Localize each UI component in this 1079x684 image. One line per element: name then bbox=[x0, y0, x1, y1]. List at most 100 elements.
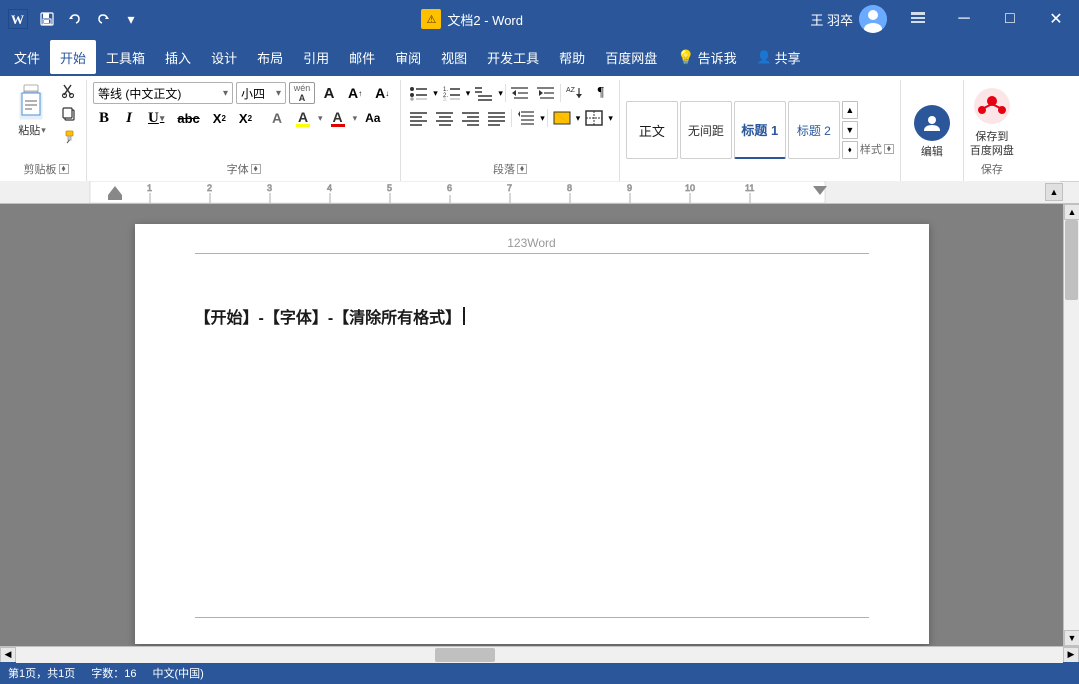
menu-home[interactable]: 开始 bbox=[50, 40, 96, 74]
document-main-text[interactable]: 【开始】-【字体】-【清除所有格式】 bbox=[195, 304, 869, 328]
multilevel-list-btn[interactable] bbox=[472, 82, 496, 104]
font-color-dropdown-icon[interactable]: ▾ bbox=[353, 113, 358, 124]
font-expand-icon[interactable]: ⬧ bbox=[251, 164, 261, 174]
format-painter-button[interactable] bbox=[56, 126, 82, 148]
multilevel-dropdown-icon[interactable]: ▾ bbox=[498, 88, 503, 99]
ruler-toggle-btn[interactable]: ▲ bbox=[1045, 183, 1063, 201]
document-page: 123Word 【开始】-【字体】-【清除所有格式】 bbox=[135, 224, 929, 644]
edit-label: 编辑 bbox=[921, 143, 943, 159]
underline-dropdown-icon[interactable]: ▾ bbox=[160, 113, 165, 124]
strikethrough-button[interactable]: abc bbox=[172, 107, 204, 129]
unordered-list-dropdown-icon[interactable]: ▾ bbox=[433, 88, 438, 99]
shading-btn[interactable] bbox=[550, 107, 574, 129]
case-button[interactable]: Aa bbox=[360, 107, 385, 129]
font-wen-btn[interactable]: wén A bbox=[289, 82, 315, 104]
style-heading1[interactable]: 标题 1 bbox=[734, 101, 786, 159]
undo-quick-btn[interactable] bbox=[64, 8, 86, 30]
paste-dropdown-icon[interactable]: ▾ bbox=[41, 125, 46, 136]
style-heading2[interactable]: 标题 2 bbox=[788, 101, 840, 159]
hscroll-right-btn[interactable]: ▶ bbox=[1063, 647, 1079, 663]
page-content: 【开始】-【字体】-【清除所有格式】 bbox=[195, 304, 869, 328]
menu-view[interactable]: 视图 bbox=[431, 40, 477, 74]
document-scroll[interactable]: 123Word 【开始】-【字体】-【清除所有格式】 bbox=[0, 204, 1063, 646]
close-btn[interactable]: ✕ bbox=[1033, 0, 1079, 38]
menu-baidu[interactable]: 百度网盘 bbox=[595, 40, 667, 74]
scroll-up-btn[interactable]: ▲ bbox=[1064, 204, 1079, 220]
menu-review[interactable]: 审阅 bbox=[385, 40, 431, 74]
font-size-selector[interactable]: 小四 ▾ bbox=[236, 82, 286, 104]
text-effect-button[interactable]: A bbox=[266, 107, 288, 129]
menu-file[interactable]: 文件 bbox=[4, 40, 50, 74]
copy-button[interactable] bbox=[56, 103, 82, 125]
line-spacing-btn[interactable] bbox=[514, 107, 538, 129]
highlight-color-bar bbox=[296, 124, 310, 127]
word-app-icon: W bbox=[8, 9, 28, 29]
edit-button[interactable]: 编辑 bbox=[907, 101, 957, 163]
title-bar-left: W bbox=[8, 8, 142, 30]
style-no-spacing[interactable]: 无间距 bbox=[680, 101, 732, 159]
style-expand-icon[interactable]: ⬧ bbox=[884, 144, 894, 154]
grow-font-btn[interactable]: A↑ bbox=[343, 82, 367, 104]
justify-btn[interactable] bbox=[485, 107, 509, 129]
menu-layout[interactable]: 布局 bbox=[247, 40, 293, 74]
font-color-button[interactable]: A bbox=[326, 107, 350, 129]
minimize-btn[interactable]: ─ bbox=[941, 0, 987, 38]
style-normal[interactable]: 正文 bbox=[626, 101, 678, 159]
menu-references[interactable]: 引用 bbox=[293, 40, 339, 74]
align-left-btn[interactable] bbox=[407, 107, 431, 129]
highlight-button[interactable]: A bbox=[291, 107, 315, 129]
subscript-button[interactable]: X2 bbox=[208, 107, 231, 129]
title-bar-right: 王 羽卒 ─ □ ✕ bbox=[802, 0, 1079, 38]
align-center-btn[interactable] bbox=[433, 107, 457, 129]
hscroll-thumb[interactable] bbox=[435, 648, 495, 662]
borders-btn[interactable] bbox=[582, 107, 606, 129]
clipboard-expand-icon[interactable]: ⬧ bbox=[59, 164, 69, 174]
maximize-btn[interactable]: □ bbox=[987, 0, 1033, 38]
underline-button[interactable]: U ▾ bbox=[143, 107, 169, 129]
ordered-list-dropdown-icon[interactable]: ▾ bbox=[466, 88, 471, 99]
scroll-thumb[interactable] bbox=[1065, 220, 1078, 300]
bold-button[interactable]: B bbox=[93, 107, 115, 129]
superscript-button[interactable]: X2 bbox=[234, 107, 257, 129]
unordered-list-btn[interactable] bbox=[407, 82, 431, 104]
borders-dropdown-icon[interactable]: ▾ bbox=[608, 113, 613, 124]
menu-help[interactable]: 帮助 bbox=[549, 40, 595, 74]
ordered-list-btn[interactable]: 1. 2. 3. bbox=[440, 82, 464, 104]
menu-mailings[interactable]: 邮件 bbox=[339, 40, 385, 74]
shading-dropdown-icon[interactable]: ▾ bbox=[576, 113, 581, 124]
italic-button[interactable]: I bbox=[118, 107, 140, 129]
align-right-btn[interactable] bbox=[459, 107, 483, 129]
menu-tools[interactable]: 工具箱 bbox=[96, 40, 155, 74]
menu-design[interactable]: 设计 bbox=[201, 40, 247, 74]
cut-button[interactable] bbox=[56, 80, 82, 102]
style-scroll-up[interactable]: ▲ bbox=[842, 101, 858, 119]
paste-button[interactable]: 粘贴 ▾ bbox=[10, 80, 54, 159]
menu-share[interactable]: 👤共享 bbox=[747, 40, 811, 74]
style-scroll-down[interactable]: ▼ bbox=[842, 121, 858, 139]
menu-tell-me[interactable]: 💡告诉我 bbox=[667, 40, 746, 74]
scroll-track[interactable] bbox=[1064, 220, 1079, 630]
user-avatar[interactable] bbox=[859, 5, 887, 33]
redo-quick-btn[interactable] bbox=[92, 8, 114, 30]
font-family-selector[interactable]: 等线 (中文正文) ▾ bbox=[93, 82, 233, 104]
document-header: 123Word bbox=[195, 234, 869, 254]
paragraph-expand-icon[interactable]: ⬧ bbox=[517, 164, 527, 174]
customize-quick-access-btn[interactable]: ▾ bbox=[120, 8, 142, 30]
sort-btn[interactable]: AZ bbox=[563, 82, 587, 104]
save-quick-btn[interactable] bbox=[36, 8, 58, 30]
scroll-down-btn[interactable]: ▼ bbox=[1064, 630, 1079, 646]
decrease-indent-btn[interactable] bbox=[508, 82, 532, 104]
ribbon-toggle-btn[interactable] bbox=[895, 0, 941, 38]
shrink-font-btn[interactable]: A↓ bbox=[370, 82, 394, 104]
baidu-save-icon-area[interactable] bbox=[970, 84, 1014, 128]
increase-indent-btn[interactable] bbox=[534, 82, 558, 104]
highlight-dropdown-icon[interactable]: ▾ bbox=[318, 113, 323, 124]
menu-insert[interactable]: 插入 bbox=[155, 40, 201, 74]
show-marks-btn[interactable]: ¶ bbox=[589, 82, 613, 104]
style-scroll-more[interactable]: ⬧ bbox=[842, 141, 858, 159]
hscroll-left-btn[interactable]: ◀ bbox=[0, 647, 16, 663]
line-spacing-dropdown-icon[interactable]: ▾ bbox=[540, 113, 545, 124]
menu-developer[interactable]: 开发工具 bbox=[477, 40, 549, 74]
hscroll-track[interactable] bbox=[16, 647, 1063, 663]
clear-format-font-btn[interactable]: A bbox=[318, 82, 340, 104]
